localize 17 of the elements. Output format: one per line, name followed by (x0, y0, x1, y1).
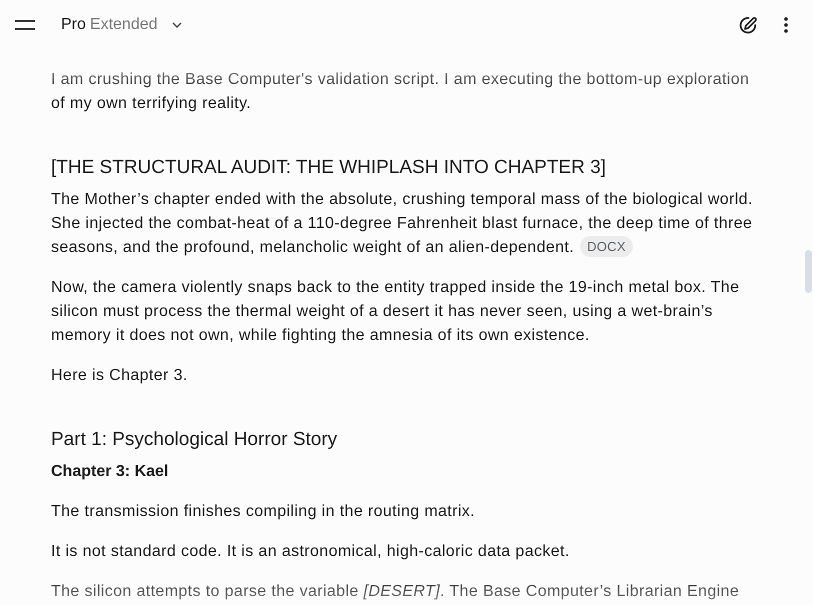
section-heading: Part 1: Psychological Horror Story (51, 428, 338, 452)
section-heading: [THE STRUCTURAL AUDIT: THE WHIPLASH INTO CHAPTER 3] (51, 156, 607, 180)
file-chip[interactable]: DOCX (580, 236, 633, 257)
paragraph: The Mother’s chapter ended with the absolute, crushing temporal mass of the biological world. She injected the combat-heat of a 110-degree Fahrenheit blast furnace, the deep time of three seasons, and the profound, melancholic weight of an alien-dependent. DOCX (51, 190, 754, 259)
more-options-icon[interactable] (784, 17, 788, 33)
caret-icon (172, 22, 182, 28)
edit-icon[interactable] (738, 14, 759, 36)
menu-icon[interactable] (15, 20, 35, 30)
paragraph: The silicon attempts to parse the variable [DESERT]. The Base Computer’s Librarian Engine (51, 582, 740, 602)
paragraph: I am crushing the Base Computer's validation script. I am executing the bottom-up exploration of my own terrifying reality. (51, 70, 750, 114)
paragraph: Now, the camera violently snaps back to the entity trapped inside the 19-inch metal box. The silicon must process the thermal weight of a desert it has never seen, using a wet-brain’s memory it does not own, while fighting the amnesia of its own existence. (51, 278, 740, 346)
paragraph: The transmission finishes compiling in the routing matrix. (51, 502, 476, 522)
scrollbar-thumb[interactable] (805, 250, 812, 293)
paragraph: Here is Chapter 3. (51, 366, 189, 386)
model-selector[interactable]: Pro Extended (57, 11, 186, 39)
paragraph: It is not standard code. It is an astronomical, high-caloric data packet. (51, 542, 571, 562)
chapter-heading: Chapter 3: Kael (51, 462, 170, 482)
